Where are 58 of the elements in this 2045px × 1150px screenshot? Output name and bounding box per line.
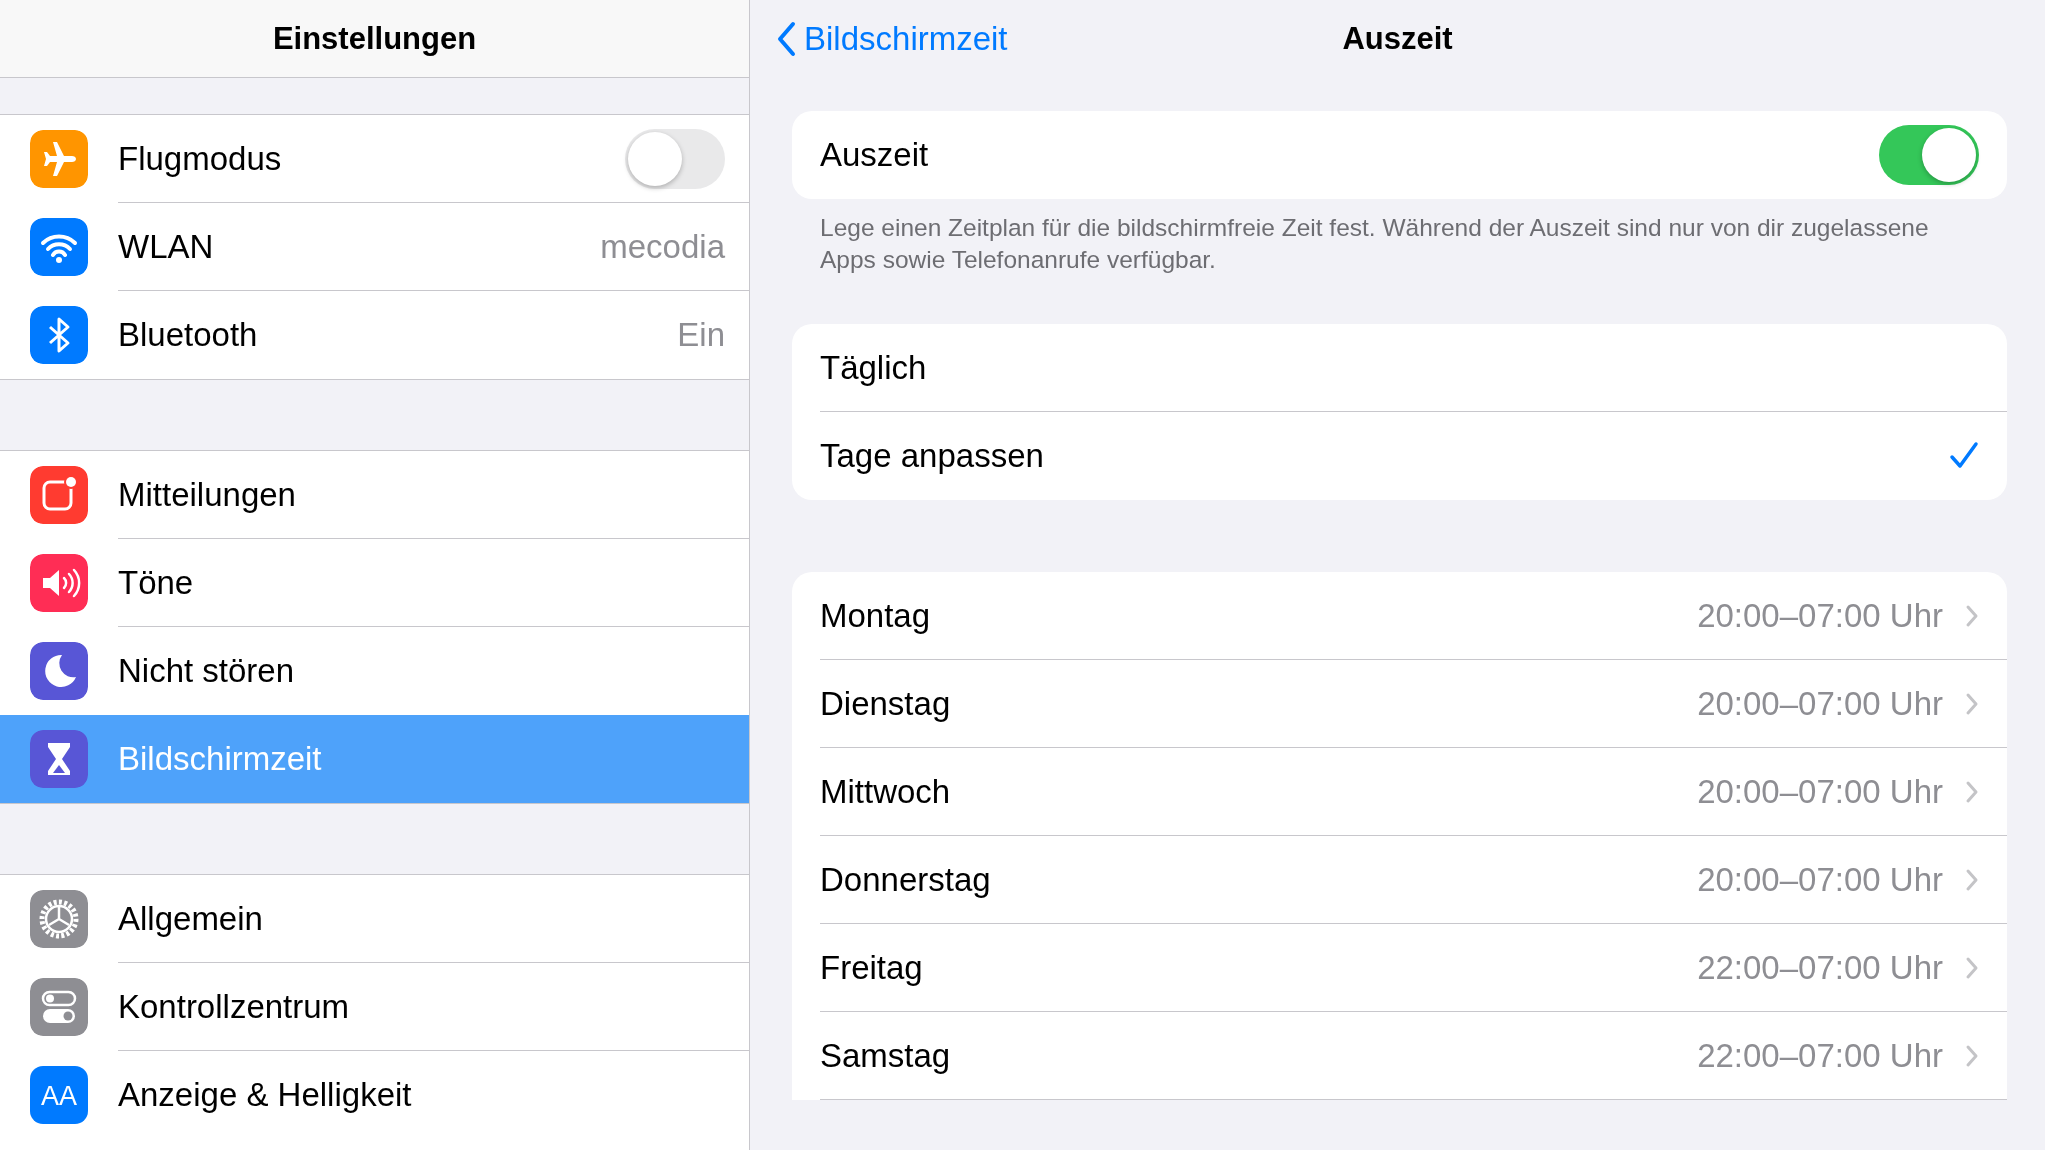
item-value: mecodia	[600, 227, 725, 266]
item-label: Bluetooth	[118, 315, 259, 354]
bluetooth-icon	[30, 306, 88, 364]
option-row[interactable]: Tage anpassen	[792, 412, 2007, 500]
notification-icon	[30, 466, 88, 524]
toggle-switch[interactable]	[625, 128, 725, 189]
item-label: WLAN	[118, 227, 215, 266]
speaker-icon	[30, 554, 88, 612]
airplane-icon	[30, 130, 88, 188]
chevron-right-icon	[1965, 955, 1979, 980]
page-title: Auszeit	[1342, 20, 1453, 57]
day-row[interactable]: Samstag 22:00–07:00 Uhr	[792, 1012, 2007, 1100]
day-row[interactable]: Montag 20:00–07:00 Uhr	[792, 572, 2007, 660]
row-label: Dienstag	[820, 684, 952, 723]
row-label: Samstag	[820, 1036, 952, 1075]
row-label: Montag	[820, 596, 932, 635]
moon-icon	[30, 642, 88, 700]
footer-note: Lege einen Zeitplan für die bildschirmfreie Zeit fest. Während der Auszeit sind nur von dir zugelassene Apps sowie Telefonanrufe verfügbar.	[819, 213, 1930, 275]
row-label: Tage anpassen	[820, 436, 1045, 475]
chevron-right-icon	[1965, 867, 1979, 892]
time-range: 20:00–07:00 Uhr	[1697, 860, 1943, 899]
day-row[interactable]: Donnerstag 20:00–07:00 Uhr	[792, 836, 2007, 924]
item-label: Kontrollzentrum	[118, 987, 351, 1026]
gear-icon	[30, 890, 88, 948]
chevron-left-icon	[776, 20, 796, 57]
chevron-right-icon	[1965, 779, 1979, 804]
toggle-label: Auszeit	[820, 135, 930, 174]
item-label: Töne	[118, 563, 195, 602]
time-range: 20:00–07:00 Uhr	[1697, 684, 1943, 723]
item-label: Bildschirmzeit	[118, 739, 323, 778]
item-label: Anzeige & Helligkeit	[118, 1075, 413, 1114]
row-label: Donnerstag	[820, 860, 992, 899]
back-button[interactable]: Bildschirmzeit	[770, 0, 1014, 77]
option-row[interactable]: Täglich	[792, 324, 2007, 412]
row-label: Freitag	[820, 948, 924, 987]
item-label: Mitteilungen	[118, 475, 297, 514]
time-range: 20:00–07:00 Uhr	[1697, 596, 1943, 635]
item-label: Nicht stören	[118, 651, 296, 690]
day-row[interactable]: Mittwoch 20:00–07:00 Uhr	[792, 748, 2007, 836]
chevron-right-icon	[1965, 603, 1979, 628]
text-size-icon: AA	[30, 1066, 88, 1124]
hourglass-icon	[30, 730, 88, 788]
switches-icon	[30, 978, 88, 1036]
sidebar-title: Einstellungen	[272, 20, 477, 57]
toggle-switch[interactable]	[1879, 124, 1979, 185]
wifi-icon	[30, 218, 88, 276]
item-label: Allgemein	[118, 899, 264, 938]
time-range: 20:00–07:00 Uhr	[1697, 772, 1943, 811]
chevron-right-icon	[1965, 1043, 1979, 1068]
time-range: 22:00–07:00 Uhr	[1697, 948, 1943, 987]
chevron-right-icon	[1965, 691, 1979, 716]
row-label: Mittwoch	[820, 772, 952, 811]
item-label: Flugmodus	[118, 139, 283, 178]
item-value: Ein	[677, 315, 725, 354]
time-range: 22:00–07:00 Uhr	[1697, 1036, 1943, 1075]
day-row[interactable]: Dienstag 20:00–07:00 Uhr	[792, 660, 2007, 748]
day-row[interactable]: Freitag 22:00–07:00 Uhr	[792, 924, 2007, 1012]
row-label: Täglich	[820, 348, 928, 387]
